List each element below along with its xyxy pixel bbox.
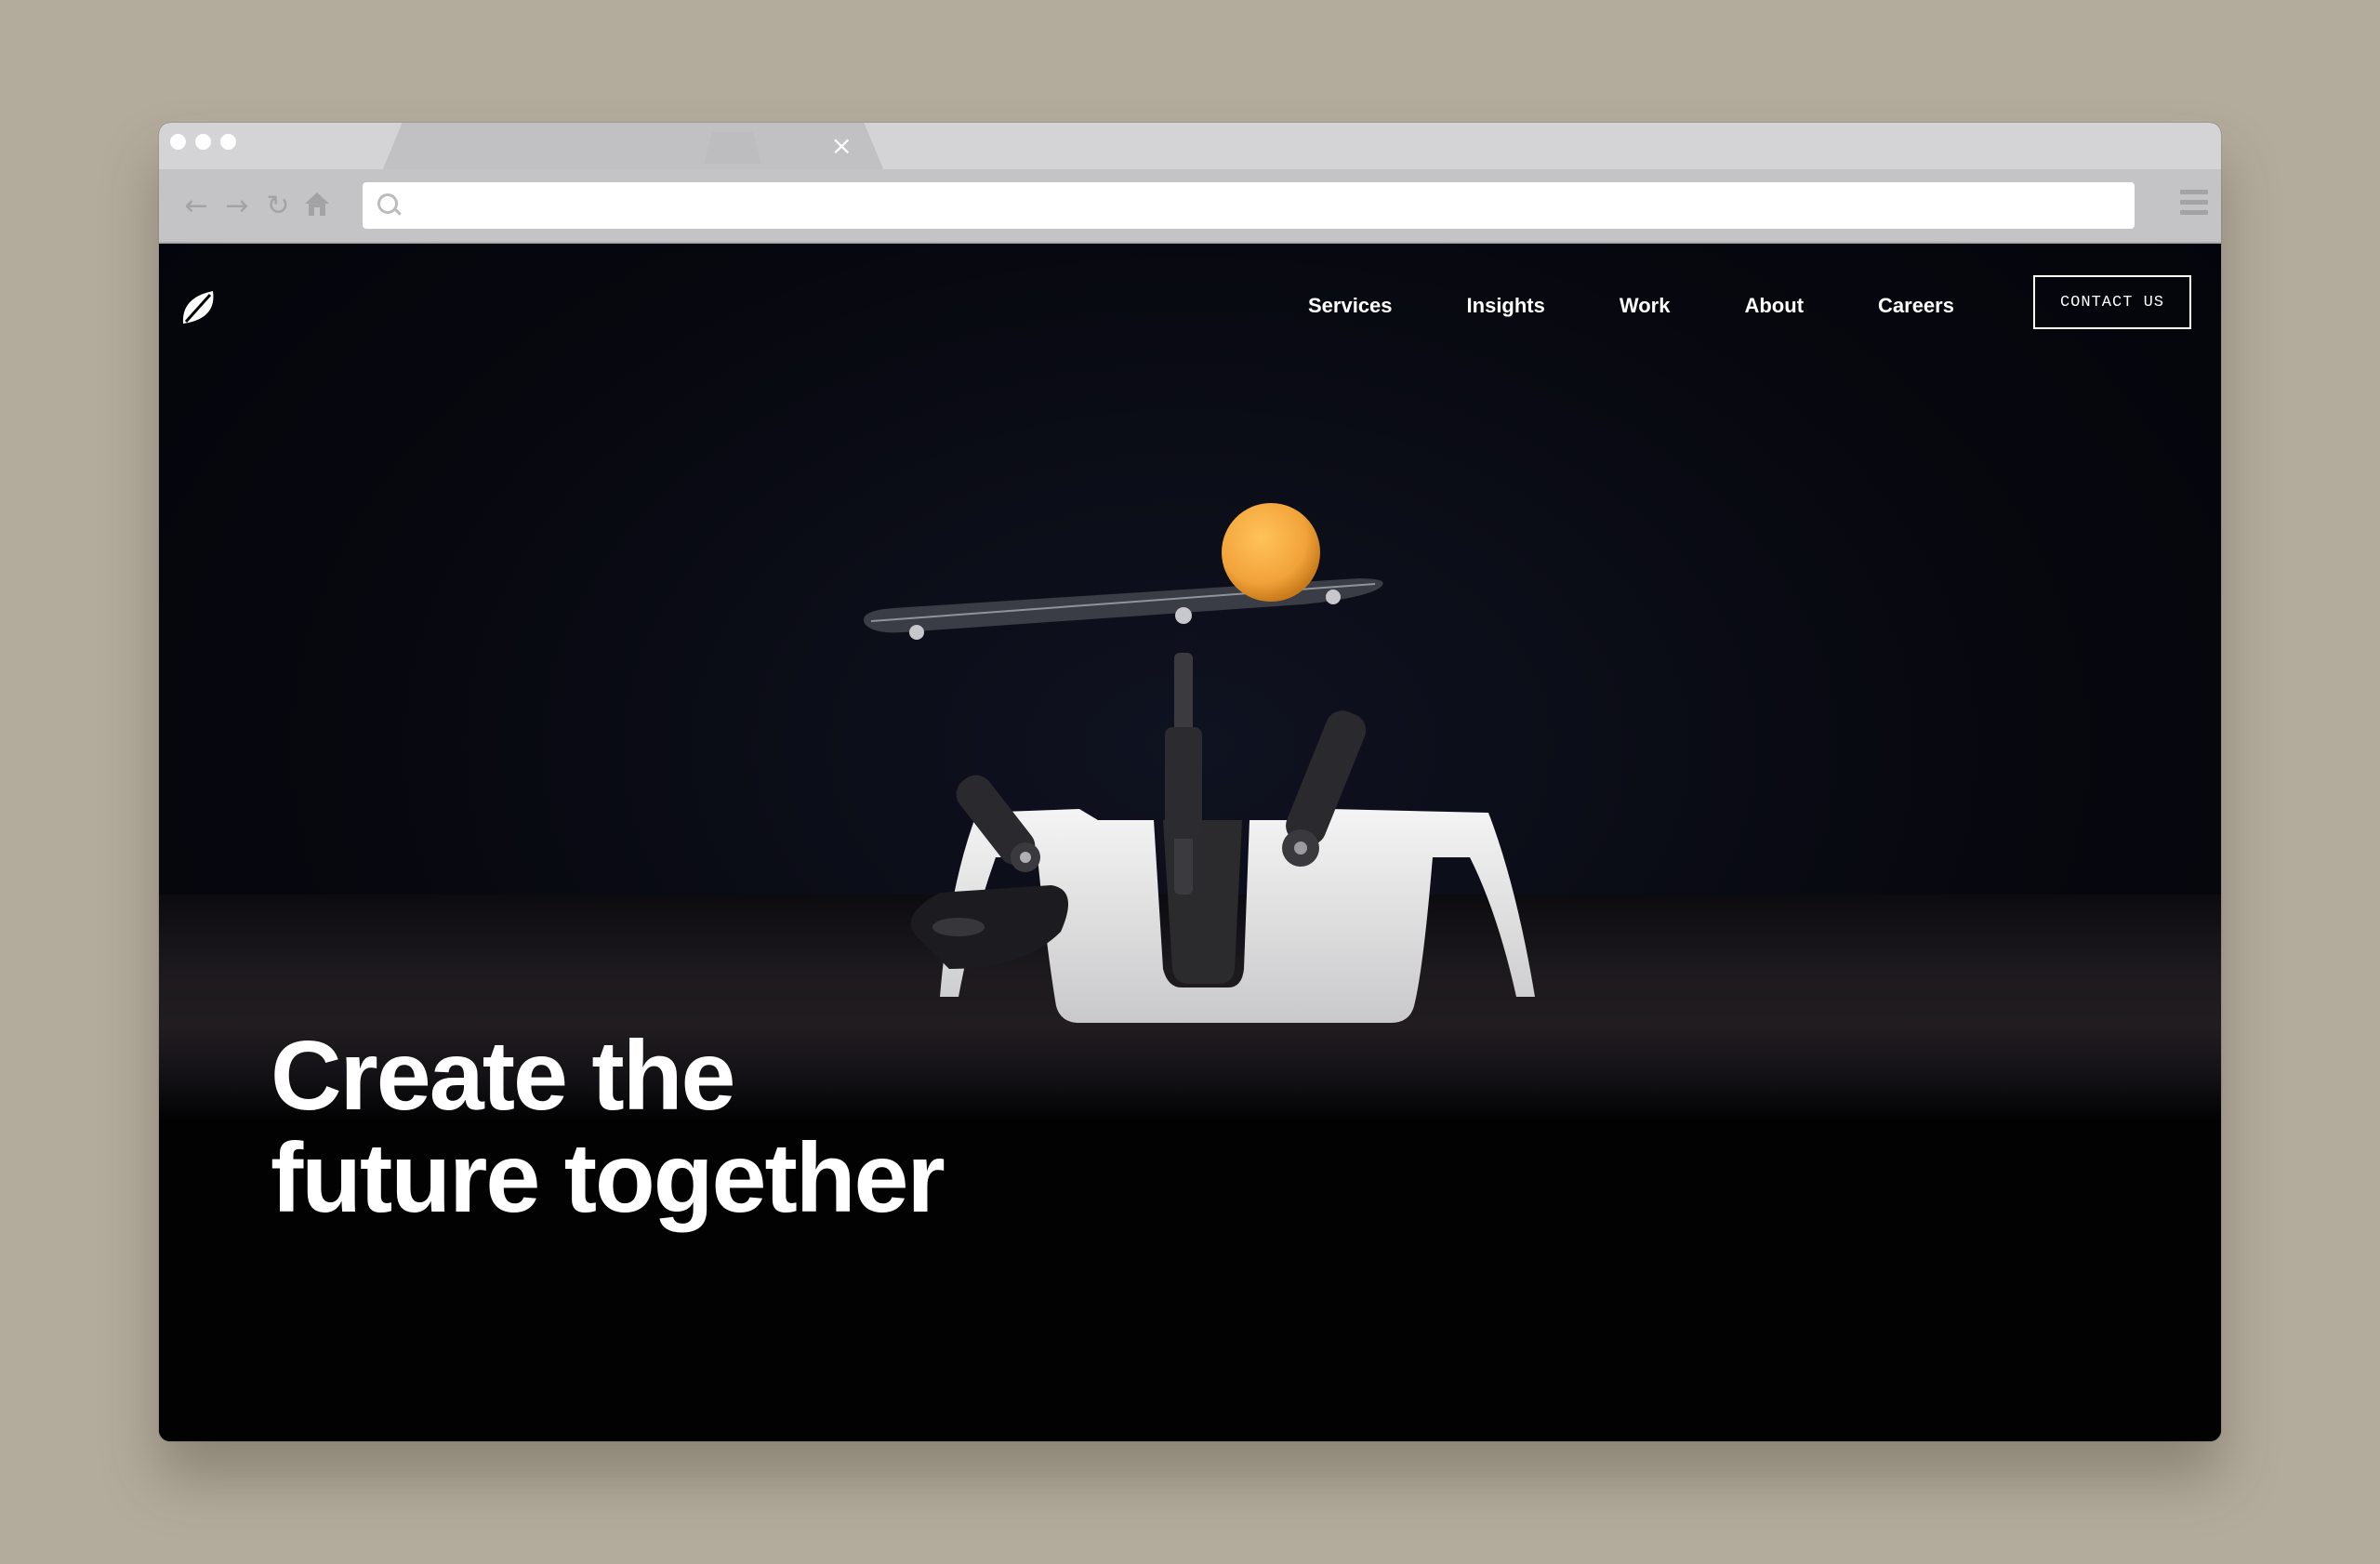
maximize-window-dot[interactable] [220, 134, 236, 150]
search-icon [377, 193, 398, 214]
nav-work[interactable]: Work [1620, 292, 1671, 320]
window-controls [170, 134, 236, 150]
address-bar[interactable] [363, 182, 2135, 231]
tab-close-icon[interactable]: × [831, 132, 853, 160]
url-input[interactable] [418, 182, 2114, 231]
nav-services[interactable]: Services [1308, 292, 1393, 320]
nav-careers[interactable]: Careers [1878, 292, 1954, 320]
menu-icon[interactable] [2180, 190, 2208, 218]
tab-strip: × [159, 123, 2221, 171]
ball-balancing-robot-image [864, 503, 1535, 1023]
active-tab[interactable]: × [382, 123, 884, 171]
browser-window: × ← → ↻ Services Insights Work About Car… [159, 123, 2221, 1441]
headline-line-1: Create the [271, 1021, 735, 1131]
headline-line-2: future together [271, 1123, 945, 1233]
web-page: Services Insights Work About Careers CON… [159, 244, 2221, 1441]
nav-about[interactable]: About [1744, 292, 1804, 320]
home-icon[interactable] [300, 190, 334, 223]
nav-insights[interactable]: Insights [1467, 292, 1545, 320]
new-tab-button[interactable] [704, 132, 761, 164]
leaf-logo-icon[interactable] [179, 288, 217, 325]
reload-icon[interactable]: ↻ [261, 190, 295, 223]
hero-headline: Create the future together [271, 1021, 945, 1233]
contact-us-button[interactable]: CONTACT US [2033, 275, 2191, 329]
forward-arrow-icon[interactable]: → [220, 190, 254, 223]
minimize-window-dot[interactable] [195, 134, 211, 150]
close-window-dot[interactable] [170, 134, 186, 150]
browser-toolbar: ← → ↻ [159, 169, 2221, 244]
main-nav: Services Insights Work About Careers [1308, 292, 2029, 320]
back-arrow-icon[interactable]: ← [179, 190, 213, 223]
